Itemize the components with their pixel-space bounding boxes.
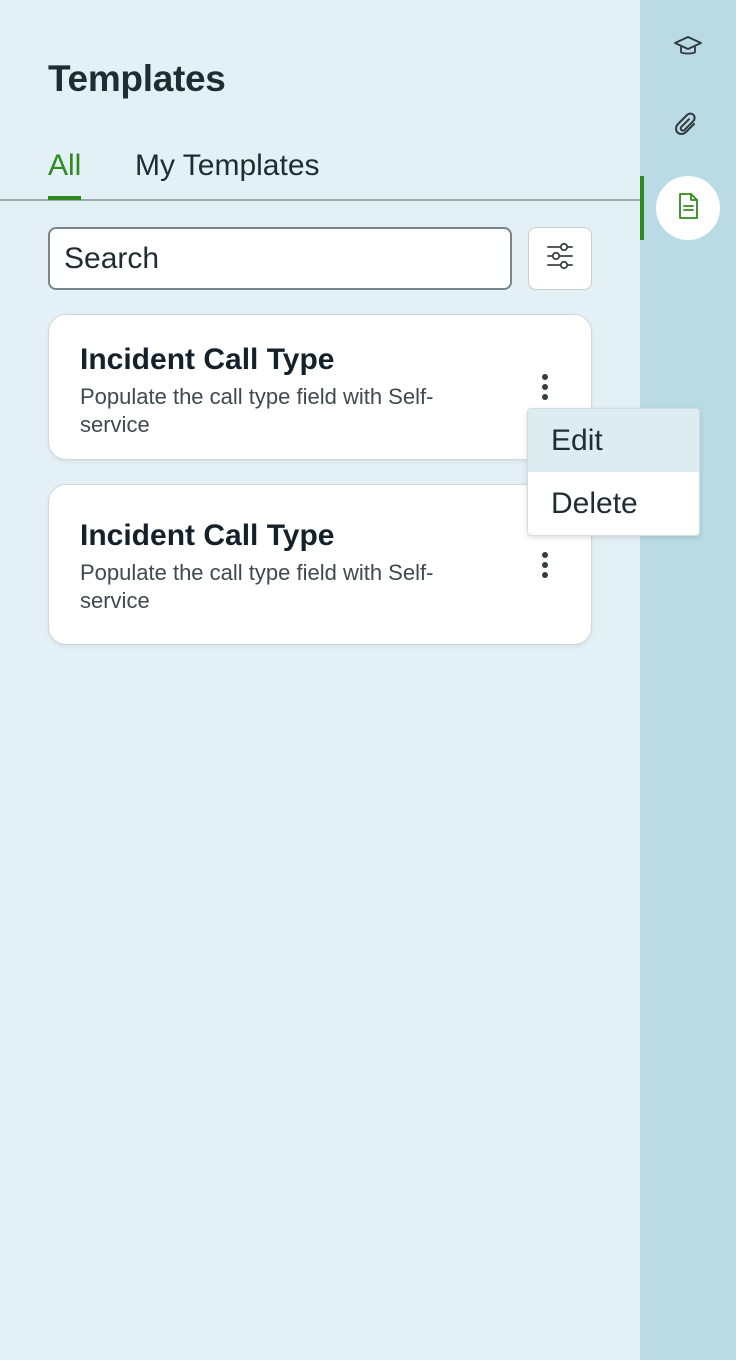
kebab-icon bbox=[542, 374, 548, 400]
side-rail bbox=[640, 0, 736, 1360]
template-card-description: Populate the call type field with Self-s… bbox=[80, 560, 434, 613]
card-options-menu: Edit Delete bbox=[527, 408, 700, 536]
page-title: Templates bbox=[48, 58, 226, 99]
document-icon bbox=[673, 191, 703, 226]
rail-attachments-button[interactable] bbox=[656, 96, 720, 160]
template-card-description: Populate the call type field with Self-s… bbox=[80, 384, 434, 437]
tab-divider bbox=[0, 199, 642, 201]
template-card-title: Incident Call Type bbox=[80, 343, 335, 376]
tab-bar bbox=[0, 140, 640, 200]
tab-my-templates-label: My Templates bbox=[135, 149, 320, 182]
tab-all-label: All bbox=[48, 149, 82, 182]
paperclip-icon bbox=[673, 111, 703, 146]
rail-selected-indicator bbox=[640, 176, 644, 240]
tab-my-templates[interactable]: My Templates bbox=[135, 148, 320, 196]
app-window: Templates All My Templates Search Incide… bbox=[0, 0, 736, 1360]
sliders-icon bbox=[545, 241, 575, 276]
tab-all[interactable]: All bbox=[48, 148, 82, 200]
more-options-button[interactable] bbox=[529, 545, 561, 585]
template-card-title: Incident Call Type bbox=[80, 519, 335, 552]
rail-templates-button[interactable] bbox=[656, 176, 720, 240]
menu-item-delete[interactable]: Delete bbox=[528, 472, 699, 535]
menu-item-edit[interactable]: Edit bbox=[528, 409, 699, 472]
more-options-button[interactable] bbox=[529, 367, 561, 407]
template-card[interactable]: Incident Call Type Populate the call typ… bbox=[48, 484, 592, 645]
template-card[interactable]: Incident Call Type Populate the call typ… bbox=[48, 314, 592, 460]
templates-panel: Templates All My Templates Search Incide… bbox=[0, 0, 642, 1360]
tab-selected-indicator bbox=[48, 196, 82, 200]
kebab-icon bbox=[542, 552, 548, 578]
search-input[interactable] bbox=[48, 227, 512, 290]
filter-button[interactable] bbox=[528, 227, 592, 290]
rail-learning-button[interactable] bbox=[656, 16, 720, 80]
graduation-cap-icon bbox=[673, 31, 703, 66]
